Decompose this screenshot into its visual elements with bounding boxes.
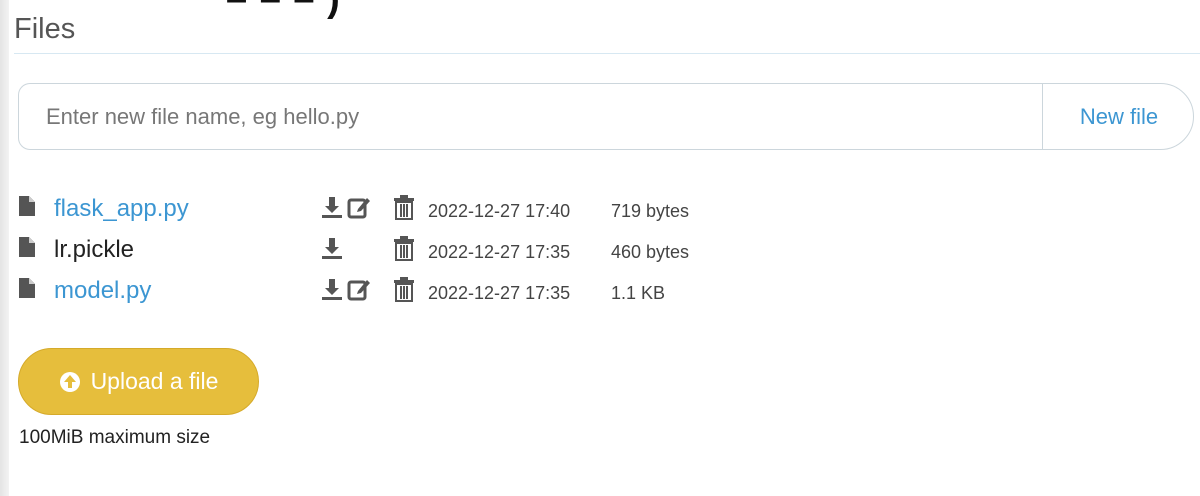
- file-size: 460 bytes: [611, 242, 690, 262]
- trash-icon[interactable]: [391, 194, 417, 220]
- file-size: 719 bytes: [611, 201, 690, 221]
- new-file-form: New file: [18, 83, 1194, 150]
- circle-arrow-up-icon: [59, 371, 80, 392]
- file-name-link[interactable]: flask_app.py: [54, 193, 189, 225]
- download-icon[interactable]: [319, 235, 345, 261]
- file-size: 1.1 KB: [611, 283, 666, 303]
- file-row: lr.pickle 2022-12-27 17:35 460 bytes: [19, 229, 739, 270]
- file-row: model.py 2022-12-27 17:35 1.1 KB: [19, 270, 739, 311]
- file-list: flask_app.py 2022-12-27 17:40 719 bytes …: [19, 188, 739, 311]
- trash-icon[interactable]: [391, 235, 417, 261]
- file-name: lr.pickle: [54, 236, 135, 263]
- trash-icon[interactable]: [391, 276, 417, 302]
- download-icon[interactable]: [319, 194, 345, 220]
- upload-file-button[interactable]: Upload a file: [18, 348, 259, 415]
- edit-icon[interactable]: [346, 194, 372, 220]
- new-file-name-input[interactable]: [18, 83, 1042, 150]
- edit-icon[interactable]: [346, 276, 372, 302]
- file-icon: [19, 237, 35, 257]
- new-file-button[interactable]: New file: [1042, 83, 1194, 150]
- cropped-heading-fragment: – – – ): [226, 0, 341, 21]
- heading-divider: [14, 53, 1200, 54]
- file-name-link[interactable]: model.py: [54, 275, 151, 307]
- file-modified-date: 2022-12-27 17:40: [428, 201, 571, 221]
- file-icon: [19, 278, 35, 298]
- file-modified-date: 2022-12-27 17:35: [428, 283, 571, 303]
- download-icon[interactable]: [319, 276, 345, 302]
- file-icon: [19, 196, 35, 216]
- left-edge-strip: [0, 0, 9, 496]
- files-heading: Files: [14, 13, 76, 45]
- file-row: flask_app.py 2022-12-27 17:40 719 bytes: [19, 188, 739, 229]
- max-size-note: 100MiB maximum size: [19, 427, 211, 448]
- file-modified-date: 2022-12-27 17:35: [428, 242, 571, 262]
- upload-button-label: Upload a file: [90, 368, 219, 394]
